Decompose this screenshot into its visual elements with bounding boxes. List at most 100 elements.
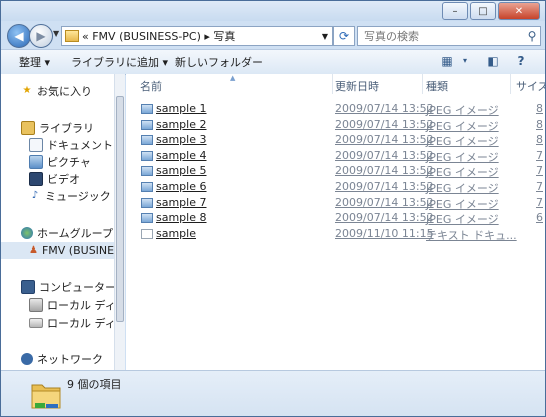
address-bar[interactable]: « FMV (BUSINESS-PC) ▸ 写真 ▼	[61, 26, 333, 46]
file-date: 2009/07/14 13:52	[335, 195, 434, 209]
file-row[interactable]: sample 1 2009/07/14 13:52 JPEG イメージ 8	[141, 102, 545, 117]
file-row[interactable]: sample 3 2009/07/14 13:52 JPEG イメージ 8	[141, 133, 545, 148]
details-pane: 9 個の項目	[1, 370, 545, 416]
file-name[interactable]: sample 1	[156, 102, 207, 115]
file-date: 2009/07/14 13:52	[335, 102, 434, 115]
recent-pages-dropdown[interactable]: ▼	[53, 29, 59, 38]
sidebar-item-label: お気に入り	[37, 84, 92, 98]
search-icon[interactable]: ⚲	[524, 29, 540, 43]
column-header-date[interactable]: 更新日時	[335, 78, 379, 94]
file-row[interactable]: sample 4 2009/07/14 13:52 JPEG イメージ 7	[141, 149, 545, 164]
image-file-icon	[141, 135, 153, 146]
pictures-icon	[29, 154, 43, 169]
file-type: JPEG イメージ	[426, 104, 499, 117]
column-divider[interactable]	[332, 74, 333, 94]
file-date: 2009/07/14 13:52	[335, 211, 434, 225]
forward-button[interactable]: ▶	[29, 24, 53, 48]
sidebar-item-videos[interactable]: ビデオ	[29, 170, 80, 187]
network-icon	[21, 352, 33, 365]
sidebar-item-documents[interactable]: ドキュメント	[29, 136, 113, 153]
sidebar-item-label: ビデオ	[47, 172, 80, 186]
sidebar-item-homegroup-user[interactable]: ♟ FMV (BUSINES	[1, 242, 121, 259]
sidebar-item-local-disk-2[interactable]: ローカル ディス	[29, 314, 124, 331]
file-date: 2009/07/14 13:52	[335, 148, 434, 162]
file-name[interactable]: sample 4	[156, 149, 207, 162]
column-header-name[interactable]: 名前	[140, 78, 162, 94]
file-list: ▲ 名前 更新日時 種類 サイズ sample 1 2009/07/14 13:…	[126, 74, 545, 370]
file-name[interactable]: sample 8	[156, 211, 207, 224]
sidebar-item-pictures[interactable]: ピクチャ	[29, 153, 91, 170]
file-date: 2009/11/10 11:15	[335, 226, 434, 240]
search-input[interactable]	[358, 28, 524, 44]
file-type: テキスト ドキュ...	[426, 228, 517, 242]
sidebar-item-music[interactable]: ♪ ミュージック	[29, 187, 111, 204]
preview-pane-icon[interactable]: ◧	[485, 53, 501, 69]
breadcrumb[interactable]: « FMV (BUSINESS-PC) ▸ 写真	[82, 28, 318, 44]
file-size: 7	[536, 180, 543, 193]
search-box[interactable]: ⚲	[357, 26, 541, 46]
explorer-window: – □ ✕ ◀ ▶ ▼ « FMV (BUSINESS-PC) ▸ 写真 ▼ ⟳…	[0, 0, 546, 417]
homegroup-icon	[21, 226, 33, 239]
file-row[interactable]: sample 7 2009/07/14 13:52 JPEG イメージ 7	[141, 196, 545, 211]
sidebar-item-label: ライブラリ	[39, 121, 94, 135]
refresh-button[interactable]: ⟳	[333, 26, 355, 46]
help-icon[interactable]: ?	[513, 53, 529, 69]
file-type: JPEG イメージ	[426, 150, 499, 164]
view-dropdown-icon[interactable]: ▾	[457, 53, 473, 69]
file-name[interactable]: sample	[156, 227, 196, 240]
sidebar-item-computer[interactable]: コンピューター	[21, 278, 116, 295]
command-bar: 整理 ▾ ライブラリに追加 ▾ 新しいフォルダー ▦ ▾ ◧ ?	[1, 49, 545, 75]
add-to-library-button[interactable]: ライブラリに追加 ▾	[71, 54, 168, 70]
image-file-icon	[141, 182, 153, 192]
column-divider[interactable]	[422, 74, 423, 94]
item-count: 9 個の項目	[67, 378, 122, 391]
organize-button[interactable]: 整理 ▾	[19, 54, 50, 70]
sidebar-item-label: ホームグループ	[37, 226, 114, 240]
new-folder-button[interactable]: 新しいフォルダー	[175, 54, 263, 70]
address-dropdown-icon[interactable]: ▼	[318, 32, 332, 41]
sidebar-item-network[interactable]: ネットワーク	[21, 350, 103, 367]
sidebar-scrollbar[interactable]	[114, 74, 125, 370]
file-name[interactable]: sample 3	[156, 133, 207, 146]
file-size: 8	[536, 102, 543, 115]
file-name[interactable]: sample 7	[156, 196, 207, 209]
file-row[interactable]: sample 2009/11/10 11:15 テキスト ドキュ...	[141, 227, 545, 242]
sidebar-item-label: コンピューター	[39, 280, 116, 294]
library-icon	[21, 120, 35, 135]
sidebar-item-homegroup[interactable]: ホームグループ	[21, 224, 113, 241]
view-options-icon[interactable]: ▦	[439, 53, 455, 69]
folder-icon	[65, 30, 79, 42]
sidebar-item-label: ミュージック	[45, 189, 111, 203]
file-row[interactable]: sample 8 2009/07/14 13:52 JPEG イメージ 6	[141, 211, 545, 226]
column-header-type[interactable]: 種類	[426, 78, 448, 94]
sidebar-item-local-disk-1[interactable]: ローカル ディス	[29, 296, 124, 313]
file-date: 2009/07/14 13:52	[335, 180, 434, 193]
file-name[interactable]: sample 2	[156, 118, 207, 131]
file-size: 7	[536, 148, 543, 162]
scrollbar-thumb[interactable]	[116, 96, 124, 322]
file-name[interactable]: sample 5	[156, 164, 207, 177]
maximize-button[interactable]: □	[470, 2, 496, 20]
image-file-icon	[141, 166, 153, 177]
close-button[interactable]: ✕	[498, 2, 540, 20]
file-type: JPEG イメージ	[426, 166, 499, 180]
minimize-button[interactable]: –	[442, 2, 468, 20]
sidebar-item-libraries[interactable]: ライブラリ	[21, 119, 94, 136]
file-type: JPEG イメージ	[426, 119, 499, 133]
file-row[interactable]: sample 5 2009/07/14 13:52 JPEG イメージ 7	[141, 164, 545, 179]
file-name[interactable]: sample 6	[156, 180, 207, 193]
document-icon	[29, 137, 43, 152]
file-date: 2009/07/14 13:52	[335, 117, 434, 131]
back-button[interactable]: ◀	[7, 24, 31, 48]
file-row[interactable]: sample 2 2009/07/14 13:52 JPEG イメージ 8	[141, 118, 545, 133]
image-file-icon	[141, 197, 153, 208]
file-size: 8	[536, 117, 543, 131]
file-row[interactable]: sample 6 2009/07/14 13:52 JPEG イメージ 7	[141, 180, 545, 195]
sidebar-item-label: FMV (BUSINES	[41, 244, 122, 257]
column-header-size[interactable]: サイズ	[516, 78, 545, 94]
sidebar-item-favorites[interactable]: ★ お気に入り	[21, 82, 92, 99]
sidebar-item-label: ドキュメント	[47, 138, 113, 152]
window-controls: – □ ✕	[440, 2, 540, 20]
file-date: 2009/07/14 13:52	[335, 164, 434, 178]
column-divider[interactable]	[510, 74, 511, 94]
